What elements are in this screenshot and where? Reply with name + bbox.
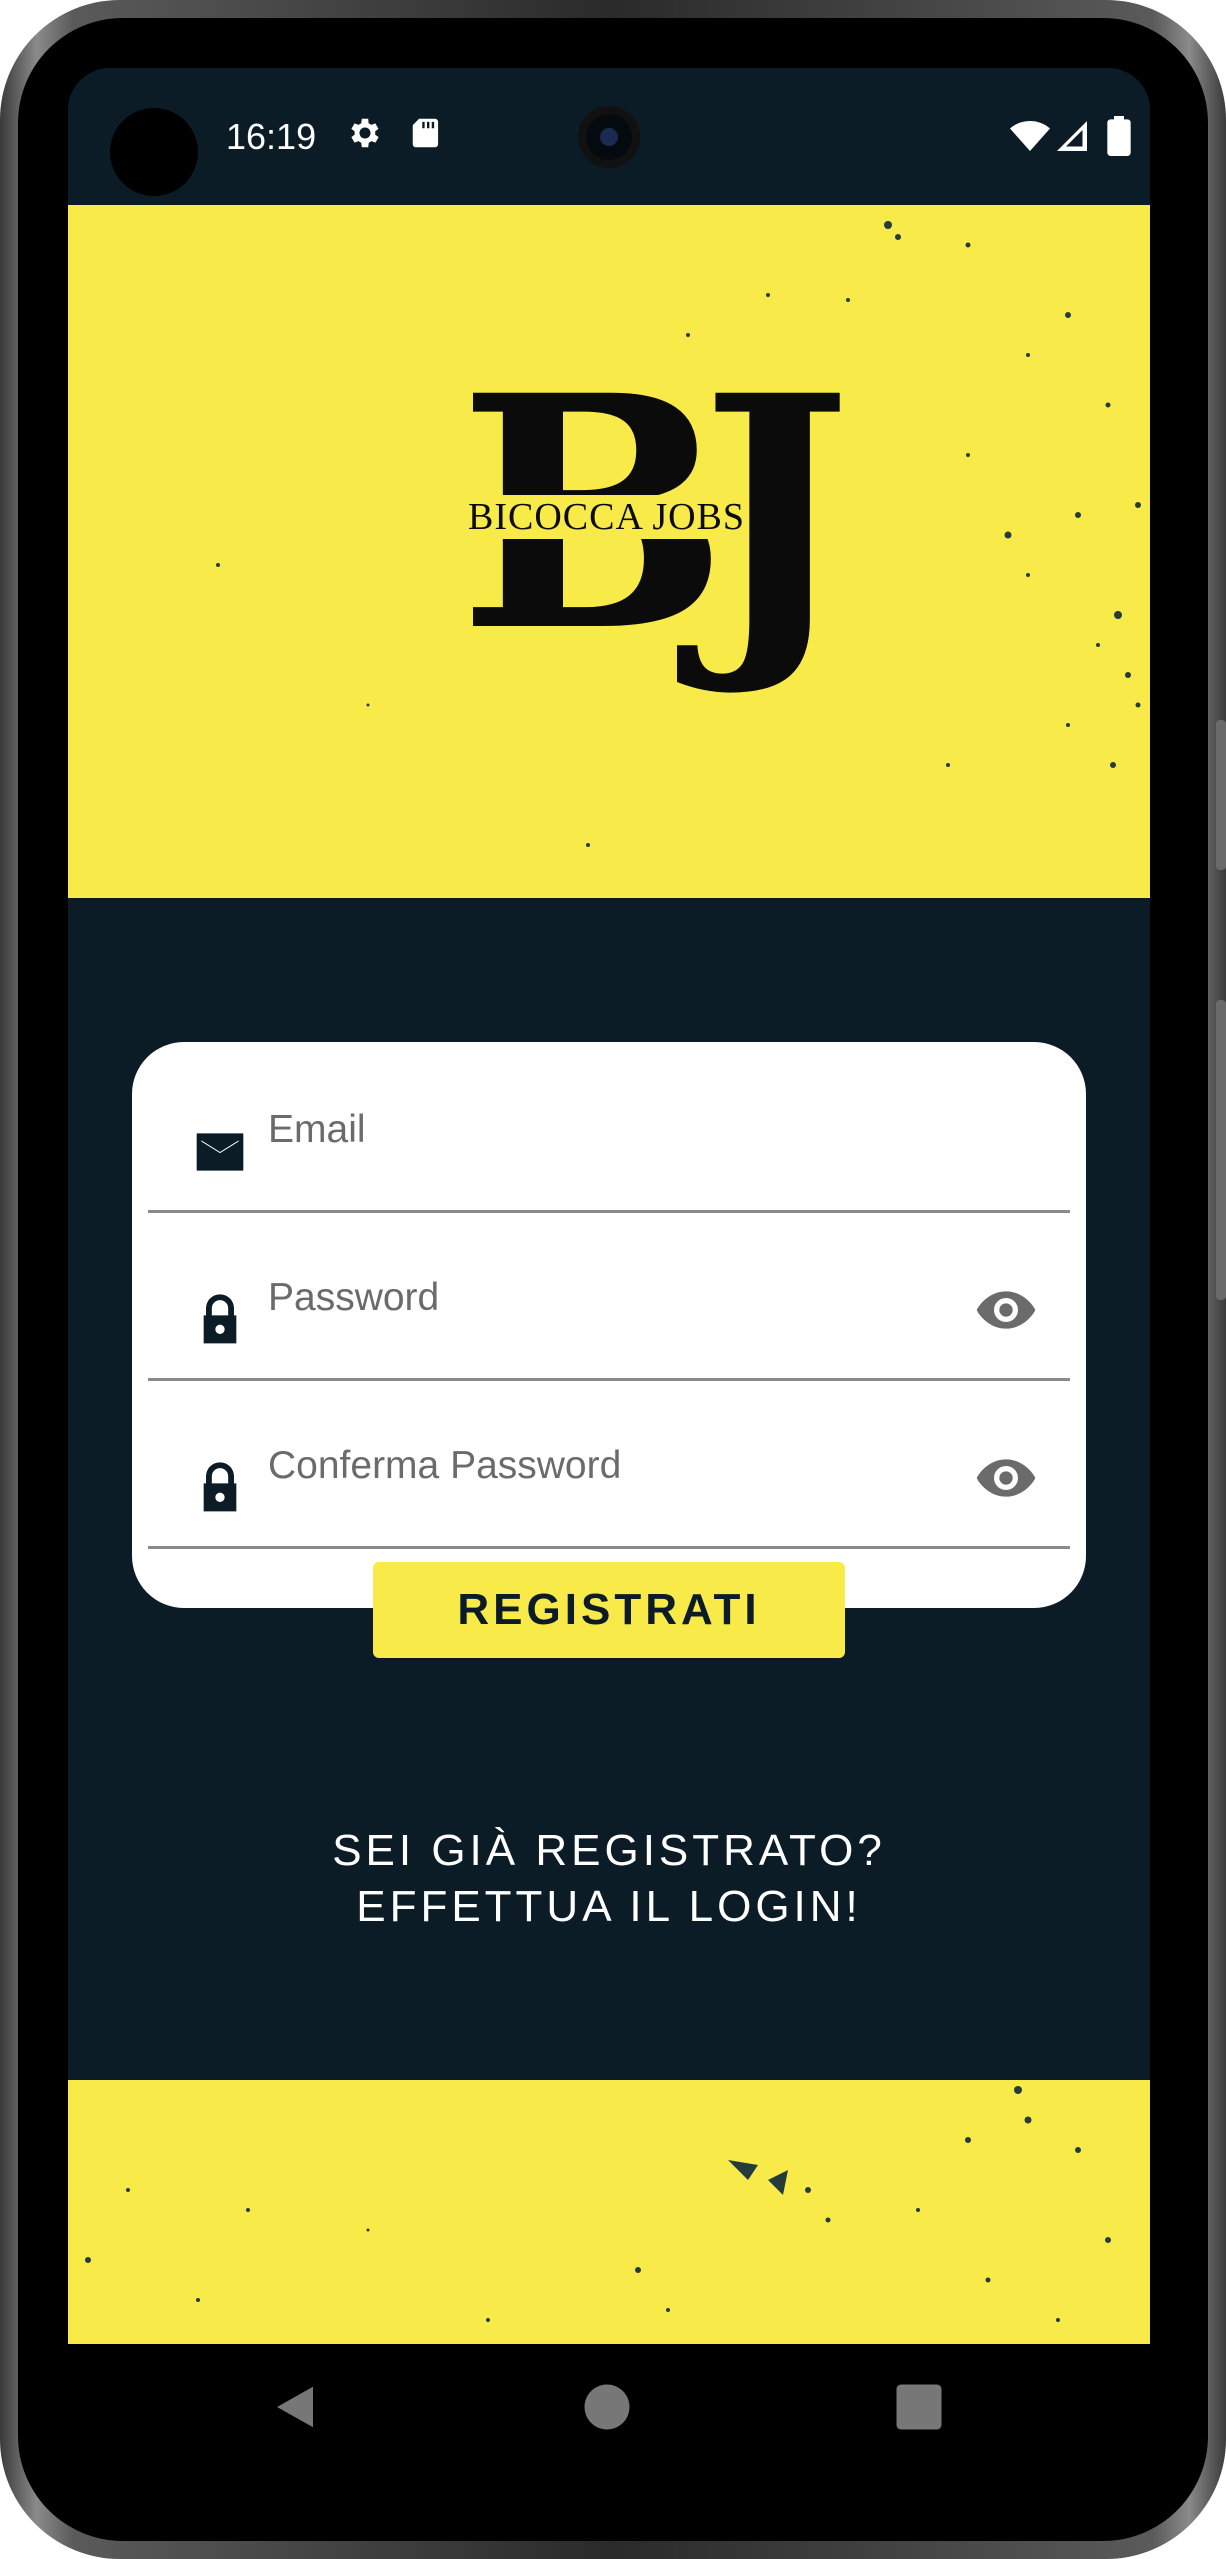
- status-bar: 16:19: [68, 68, 1150, 205]
- back-icon[interactable]: [268, 2380, 322, 2434]
- recents-icon[interactable]: [892, 2380, 946, 2434]
- screen: 16:19 BJ BICOCCA JOBS Email Password Con…: [68, 68, 1150, 2344]
- header-banner: BJ BICOCCA JOBS: [68, 205, 1150, 898]
- registration-card: Email Password Conferma Password: [132, 1042, 1086, 1608]
- mail-icon: [196, 1133, 244, 1171]
- camera-cutout: [110, 108, 198, 196]
- signal-icon: [1057, 121, 1087, 151]
- wifi-icon: [1010, 121, 1050, 151]
- gear-icon: [351, 118, 379, 148]
- bicocca-jobs-logo: BJ BICOCCA JOBS: [458, 355, 852, 715]
- front-camera: [578, 106, 640, 168]
- email-field[interactable]: Email: [148, 1042, 1070, 1213]
- lock-icon: [203, 1294, 237, 1344]
- eye-icon[interactable]: [974, 1278, 1038, 1342]
- login-prompt-line1: SEI GIÀ REGISTRATO?: [332, 1826, 886, 1875]
- password-field[interactable]: Password: [148, 1210, 1070, 1381]
- confirm-password-field[interactable]: Conferma Password: [148, 1378, 1070, 1549]
- system-nav-bar: [68, 2344, 1150, 2470]
- power-button: [1216, 720, 1226, 870]
- email-placeholder: Email: [268, 1108, 366, 1151]
- speckle-texture: [85, 2086, 1111, 2322]
- password-placeholder: Password: [268, 1276, 440, 1319]
- status-time: 16:19: [226, 116, 317, 157]
- home-icon[interactable]: [580, 2380, 634, 2434]
- lock-icon: [203, 1462, 237, 1512]
- login-link[interactable]: SEI GIÀ REGISTRATO? EFFETTUA IL LOGIN!: [68, 1823, 1150, 1935]
- battery-icon: [1107, 116, 1131, 156]
- sd-card-icon: [412, 118, 439, 148]
- register-button[interactable]: REGISTRATI: [373, 1562, 845, 1658]
- confirm-password-placeholder: Conferma Password: [268, 1444, 622, 1487]
- footer-banner: [68, 2080, 1150, 2344]
- eye-icon[interactable]: [974, 1446, 1038, 1510]
- login-prompt-line2: EFFETTUA IL LOGIN!: [356, 1882, 862, 1931]
- logo-subtitle: BICOCCA JOBS: [466, 495, 748, 539]
- volume-button: [1216, 1000, 1226, 1300]
